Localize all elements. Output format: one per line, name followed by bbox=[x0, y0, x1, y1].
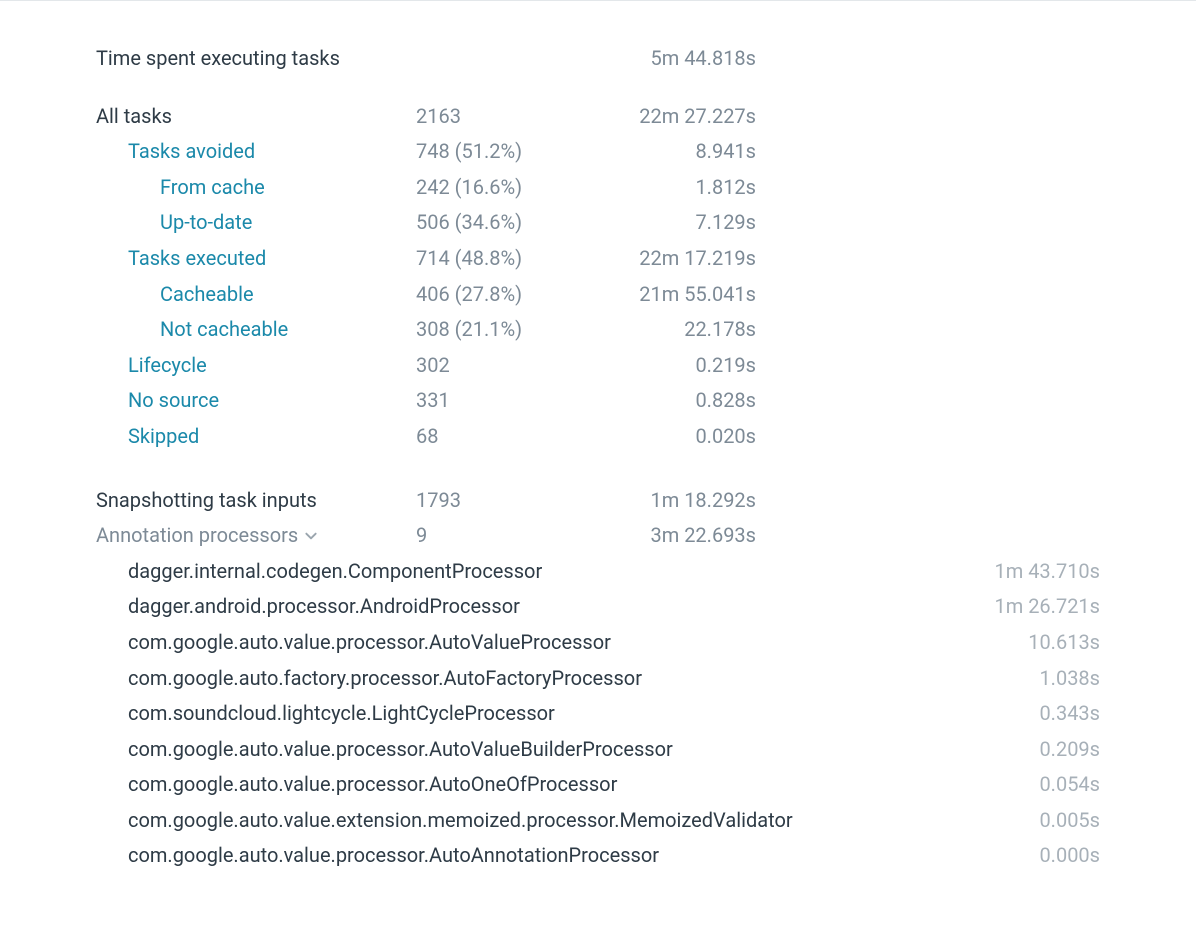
task-breakdown-link[interactable]: Up-to-date bbox=[96, 205, 416, 241]
task-breakdown-link[interactable]: Tasks avoided bbox=[96, 134, 416, 170]
snapshot-row: Snapshotting task inputs 1793 1m 18.292s bbox=[96, 483, 1100, 519]
annotation-processor-name: dagger.internal.codegen.ComponentProcess… bbox=[128, 554, 970, 590]
snapshot-time: 1m 18.292s bbox=[636, 483, 756, 519]
annotation-processor-time: 0.005s bbox=[1015, 803, 1100, 839]
task-breakdown-count: 308 (21.1%) bbox=[416, 312, 636, 348]
task-breakdown-time: 22.178s bbox=[636, 312, 756, 348]
task-breakdown-link[interactable]: No source bbox=[96, 383, 416, 419]
annotation-processor-row: com.google.auto.value.processor.AutoValu… bbox=[96, 625, 1100, 661]
task-breakdown-count: 406 (27.8%) bbox=[416, 277, 636, 313]
task-breakdown-count: 302 bbox=[416, 348, 636, 384]
task-breakdown-row: Lifecycle3020.219s bbox=[96, 348, 1100, 384]
annotation-processor-row: com.google.auto.value.processor.AutoValu… bbox=[96, 732, 1100, 768]
snapshot-count: 1793 bbox=[416, 483, 636, 519]
annotation-processors-label: Annotation processors bbox=[96, 518, 298, 554]
build-timeline-panel: Time spent executing tasks 5m 44.818s Al… bbox=[0, 0, 1196, 922]
task-breakdown-row: No source3310.828s bbox=[96, 383, 1100, 419]
annotation-processor-name: com.soundcloud.lightcycle.LightCycleProc… bbox=[128, 696, 1015, 732]
annotation-processor-name: com.google.auto.value.processor.AutoValu… bbox=[128, 625, 1004, 661]
annotation-processors-count: 9 bbox=[416, 518, 636, 554]
time-spent-label: Time spent executing tasks bbox=[96, 41, 416, 77]
time-spent-row: Time spent executing tasks 5m 44.818s bbox=[96, 41, 1100, 77]
time-spent-value: 5m 44.818s bbox=[636, 41, 756, 77]
task-breakdown-link[interactable]: From cache bbox=[96, 170, 416, 206]
task-breakdown-link[interactable]: Skipped bbox=[96, 419, 416, 455]
task-breakdown-count: 506 (34.6%) bbox=[416, 205, 636, 241]
annotation-processors-row[interactable]: Annotation processors 9 3m 22.693s bbox=[96, 518, 1100, 554]
task-breakdown-row: Tasks avoided748 (51.2%)8.941s bbox=[96, 134, 1100, 170]
task-breakdown-count: 748 (51.2%) bbox=[416, 134, 636, 170]
task-breakdown-count: 242 (16.6%) bbox=[416, 170, 636, 206]
annotation-processor-name: com.google.auto.factory.processor.AutoFa… bbox=[128, 661, 1015, 697]
task-breakdown-link[interactable]: Lifecycle bbox=[96, 348, 416, 384]
snapshot-label: Snapshotting task inputs bbox=[96, 483, 416, 519]
task-breakdown-time: 21m 55.041s bbox=[636, 277, 756, 313]
task-breakdown-row: From cache242 (16.6%)1.812s bbox=[96, 170, 1100, 206]
task-breakdown-count: 714 (48.8%) bbox=[416, 241, 636, 277]
annotation-processor-time: 0.343s bbox=[1015, 696, 1100, 732]
task-breakdown-time: 0.020s bbox=[636, 419, 756, 455]
annotation-processor-time: 1m 26.721s bbox=[970, 589, 1100, 625]
chevron-down-icon bbox=[304, 529, 318, 543]
task-breakdown-time: 8.941s bbox=[636, 134, 756, 170]
task-breakdown-row: Not cacheable308 (21.1%)22.178s bbox=[96, 312, 1100, 348]
annotation-processor-name: com.google.auto.value.processor.AutoAnno… bbox=[128, 838, 1015, 874]
task-breakdown-link[interactable]: Tasks executed bbox=[96, 241, 416, 277]
all-tasks-time: 22m 27.227s bbox=[636, 99, 756, 135]
all-tasks-row: All tasks 2163 22m 27.227s bbox=[96, 99, 1100, 135]
task-breakdown-time: 22m 17.219s bbox=[636, 241, 756, 277]
annotation-processor-row: dagger.internal.codegen.ComponentProcess… bbox=[96, 554, 1100, 590]
annotation-processor-name: dagger.android.processor.AndroidProcesso… bbox=[128, 589, 970, 625]
annotation-processor-row: com.soundcloud.lightcycle.LightCycleProc… bbox=[96, 696, 1100, 732]
task-breakdown-time: 0.828s bbox=[636, 383, 756, 419]
annotation-processor-time: 0.209s bbox=[1015, 732, 1100, 768]
task-breakdown-count: 68 bbox=[416, 419, 636, 455]
annotation-processor-name: com.google.auto.value.processor.AutoOneO… bbox=[128, 767, 1015, 803]
annotation-processors-label-wrap[interactable]: Annotation processors bbox=[96, 518, 416, 554]
all-tasks-count: 2163 bbox=[416, 99, 636, 135]
task-breakdown-link[interactable]: Not cacheable bbox=[96, 312, 416, 348]
annotation-processor-time: 1.038s bbox=[1015, 661, 1100, 697]
task-breakdown-time: 7.129s bbox=[636, 205, 756, 241]
annotation-processor-row: com.google.auto.factory.processor.AutoFa… bbox=[96, 661, 1100, 697]
task-breakdown-row: Tasks executed714 (48.8%)22m 17.219s bbox=[96, 241, 1100, 277]
task-breakdown-count: 331 bbox=[416, 383, 636, 419]
annotation-processor-row: com.google.auto.value.processor.AutoOneO… bbox=[96, 767, 1100, 803]
task-breakdown-row: Up-to-date506 (34.6%)7.129s bbox=[96, 205, 1100, 241]
annotation-processor-row: com.google.auto.value.processor.AutoAnno… bbox=[96, 838, 1100, 874]
task-breakdown-row: Cacheable406 (27.8%)21m 55.041s bbox=[96, 277, 1100, 313]
annotation-processor-time: 10.613s bbox=[1004, 625, 1100, 661]
annotation-processor-time: 0.000s bbox=[1015, 838, 1100, 874]
task-breakdown-link[interactable]: Cacheable bbox=[96, 277, 416, 313]
annotation-processors-time: 3m 22.693s bbox=[636, 518, 756, 554]
annotation-processor-row: dagger.android.processor.AndroidProcesso… bbox=[96, 589, 1100, 625]
task-breakdown-row: Skipped680.020s bbox=[96, 419, 1100, 455]
annotation-processor-time: 0.054s bbox=[1015, 767, 1100, 803]
annotation-processor-time: 1m 43.710s bbox=[970, 554, 1100, 590]
annotation-processor-name: com.google.auto.value.processor.AutoValu… bbox=[128, 732, 1015, 768]
task-breakdown-time: 1.812s bbox=[636, 170, 756, 206]
annotation-processor-name: com.google.auto.value.extension.memoized… bbox=[128, 803, 1015, 839]
annotation-processor-row: com.google.auto.value.extension.memoized… bbox=[96, 803, 1100, 839]
task-breakdown-time: 0.219s bbox=[636, 348, 756, 384]
all-tasks-label: All tasks bbox=[96, 99, 416, 135]
